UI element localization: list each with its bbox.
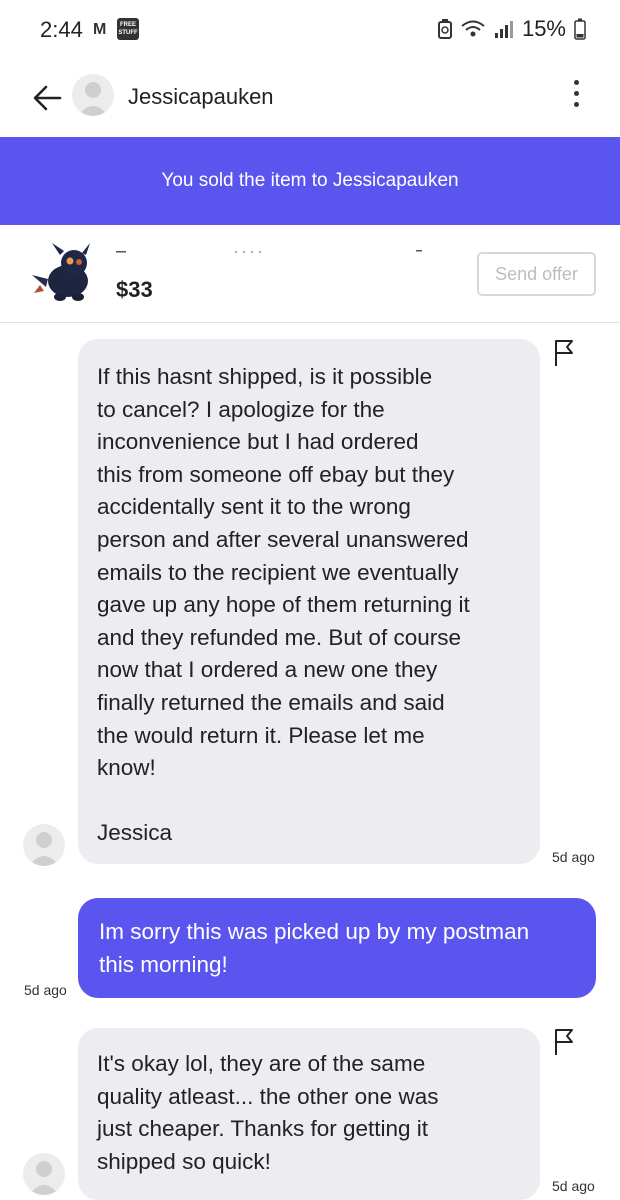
message-bubble-incoming: If this hasnt shipped, is it possible to…	[78, 339, 540, 864]
arrow-left-icon	[33, 85, 62, 111]
obscured-item-title	[116, 250, 422, 253]
status-time: 2:44	[40, 17, 83, 42]
report-flag-button[interactable]	[553, 339, 577, 367]
more-vertical-icon	[573, 80, 579, 85]
message-bubble-incoming: It's okay lol, they are of the same qual…	[78, 1028, 540, 1200]
battery-saver-icon	[437, 19, 452, 39]
flag-icon	[555, 1029, 573, 1055]
more-options-button[interactable]	[566, 76, 586, 116]
message-text: Im sorry this was picked up by my postma…	[99, 919, 530, 977]
battery-icon	[574, 18, 586, 40]
wifi-icon	[461, 20, 485, 37]
item-price: $33	[116, 277, 153, 302]
item-summary: $33 Send offer	[0, 225, 620, 323]
user-avatar-icon	[78, 82, 108, 116]
sender-avatar[interactable]	[23, 1153, 65, 1195]
sender-avatar[interactable]	[23, 824, 65, 866]
status-indicators: 15%	[437, 16, 586, 42]
more-vertical-dot	[573, 91, 579, 96]
message-timestamp: 5d ago	[24, 982, 67, 998]
free-stuff-icon: FREE STUFF	[117, 18, 139, 40]
message-bubble-outgoing: Im sorry this was picked up by my postma…	[78, 898, 596, 998]
message-timestamp: 5d ago	[552, 1178, 595, 1194]
message-timestamp: 5d ago	[552, 849, 595, 865]
report-flag-button[interactable]	[553, 1028, 577, 1056]
mail-icon: M	[93, 21, 107, 38]
message-text: It's okay lol, they are of the same qual…	[97, 1051, 439, 1174]
sold-banner: You sold the item to Jessicapauken	[0, 137, 620, 225]
contact-name[interactable]: Jessicapauken	[128, 84, 274, 110]
signal-icon	[494, 21, 513, 38]
chat-header: Jessicapauken	[0, 62, 620, 137]
user-avatar-icon	[29, 1161, 59, 1195]
send-offer-button[interactable]: Send offer	[477, 252, 596, 296]
contact-avatar[interactable]	[72, 74, 114, 116]
item-thumbnail[interactable]	[30, 241, 100, 309]
more-vertical-dot	[573, 102, 579, 107]
back-button[interactable]	[30, 80, 66, 116]
battery-percent: 15%	[521, 16, 566, 41]
status-bar: 2:44 M FREE STUFF 15%	[0, 0, 620, 62]
plush-toy-image	[32, 243, 90, 301]
flag-icon	[555, 340, 573, 366]
message-text: If this hasnt shipped, is it possible to…	[97, 364, 470, 846]
user-avatar-icon	[29, 832, 59, 866]
